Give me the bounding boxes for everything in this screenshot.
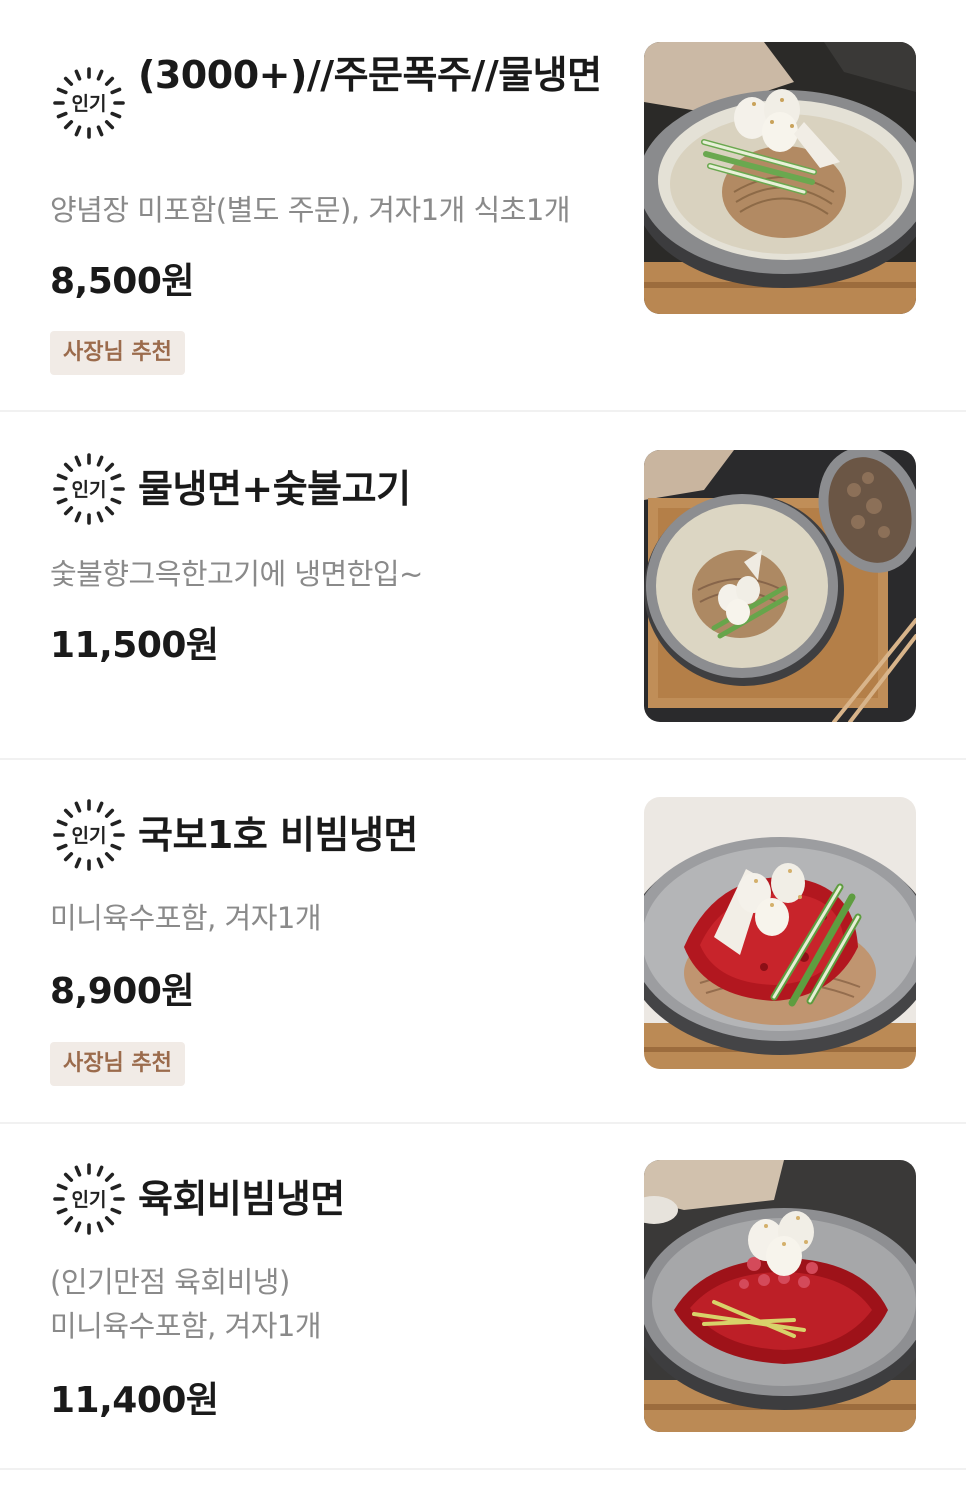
bibim-naengmyeon-photo [644, 797, 916, 1069]
menu-item-photo[interactable] [644, 797, 916, 1069]
menu-item-title: 물냉면+숯불고기 [138, 467, 411, 511]
popular-badge: 인기 [50, 64, 128, 142]
popular-badge-label: 인기 [72, 93, 107, 115]
menu-item-description: (인기만점 육회비냉) 미니육수포함, 겨자1개 [50, 1265, 322, 1343]
popular-badge: 인기 [50, 450, 128, 528]
mul-naengmyeon-photo [644, 42, 916, 314]
popular-badge-icon: 인기 [53, 1163, 125, 1235]
popular-badge: 인기 [50, 1160, 128, 1238]
menu-item[interactable]: 인기 육회비빔냉면 (인기만점 육회비냉) 미니육수포함, 겨자1개 11,40… [0, 1124, 966, 1470]
popular-badge-label: 인기 [72, 825, 107, 847]
menu-item-description: 숯불향그윽한고기에 냉면한입~ [50, 557, 423, 591]
yukhoe-bibim-naengmyeon-photo [644, 1160, 916, 1432]
menu-item-description: 미니육수포함, 겨자1개 [50, 901, 322, 935]
menu-item[interactable]: 인기 국보1호 비빔냉면 미니육수포함, 겨자1개 8,900원 사장님 추천 [0, 760, 966, 1124]
owner-recommend-tag: 사장님 추천 [50, 331, 185, 375]
popular-badge: 인기 [50, 796, 128, 874]
popular-badge-label: 인기 [72, 479, 107, 501]
menu-item-photo[interactable] [644, 450, 916, 722]
popular-badge-icon: 인기 [53, 799, 125, 871]
mul-naengmyeon-bulgogi-photo [644, 450, 916, 722]
menu-item-price: 8,500원 [50, 261, 195, 302]
menu-item-title: 육회비빔냉면 [138, 1177, 345, 1221]
menu-item-price: 11,400원 [50, 1380, 219, 1421]
menu-item-title: 국보1호 비빔냉면 [138, 813, 418, 857]
menu-item-photo[interactable] [644, 1160, 916, 1432]
popular-badge-icon: 인기 [53, 453, 125, 525]
menu-item-price: 11,500원 [50, 625, 219, 666]
menu-item-title: (3000+)//주문폭주//물냉면 [138, 53, 602, 97]
owner-recommend-tag: 사장님 추천 [50, 1042, 185, 1086]
menu-item-description: 양념장 미포함(별도 주문), 겨자1개 식초1개 [50, 193, 571, 227]
menu-item[interactable]: 인기 (3000+)//주문폭주//물냉면 양념장 미포함(별도 주문), 겨자… [0, 0, 966, 412]
menu-item-photo[interactable] [644, 42, 916, 314]
popular-badge-label: 인기 [72, 1189, 107, 1211]
popular-badge-icon: 인기 [53, 67, 125, 139]
menu-item-price: 8,900원 [50, 971, 195, 1012]
menu-item[interactable]: 인기 물냉면+숯불고기 숯불향그윽한고기에 냉면한입~ 11,500원 [0, 412, 966, 760]
